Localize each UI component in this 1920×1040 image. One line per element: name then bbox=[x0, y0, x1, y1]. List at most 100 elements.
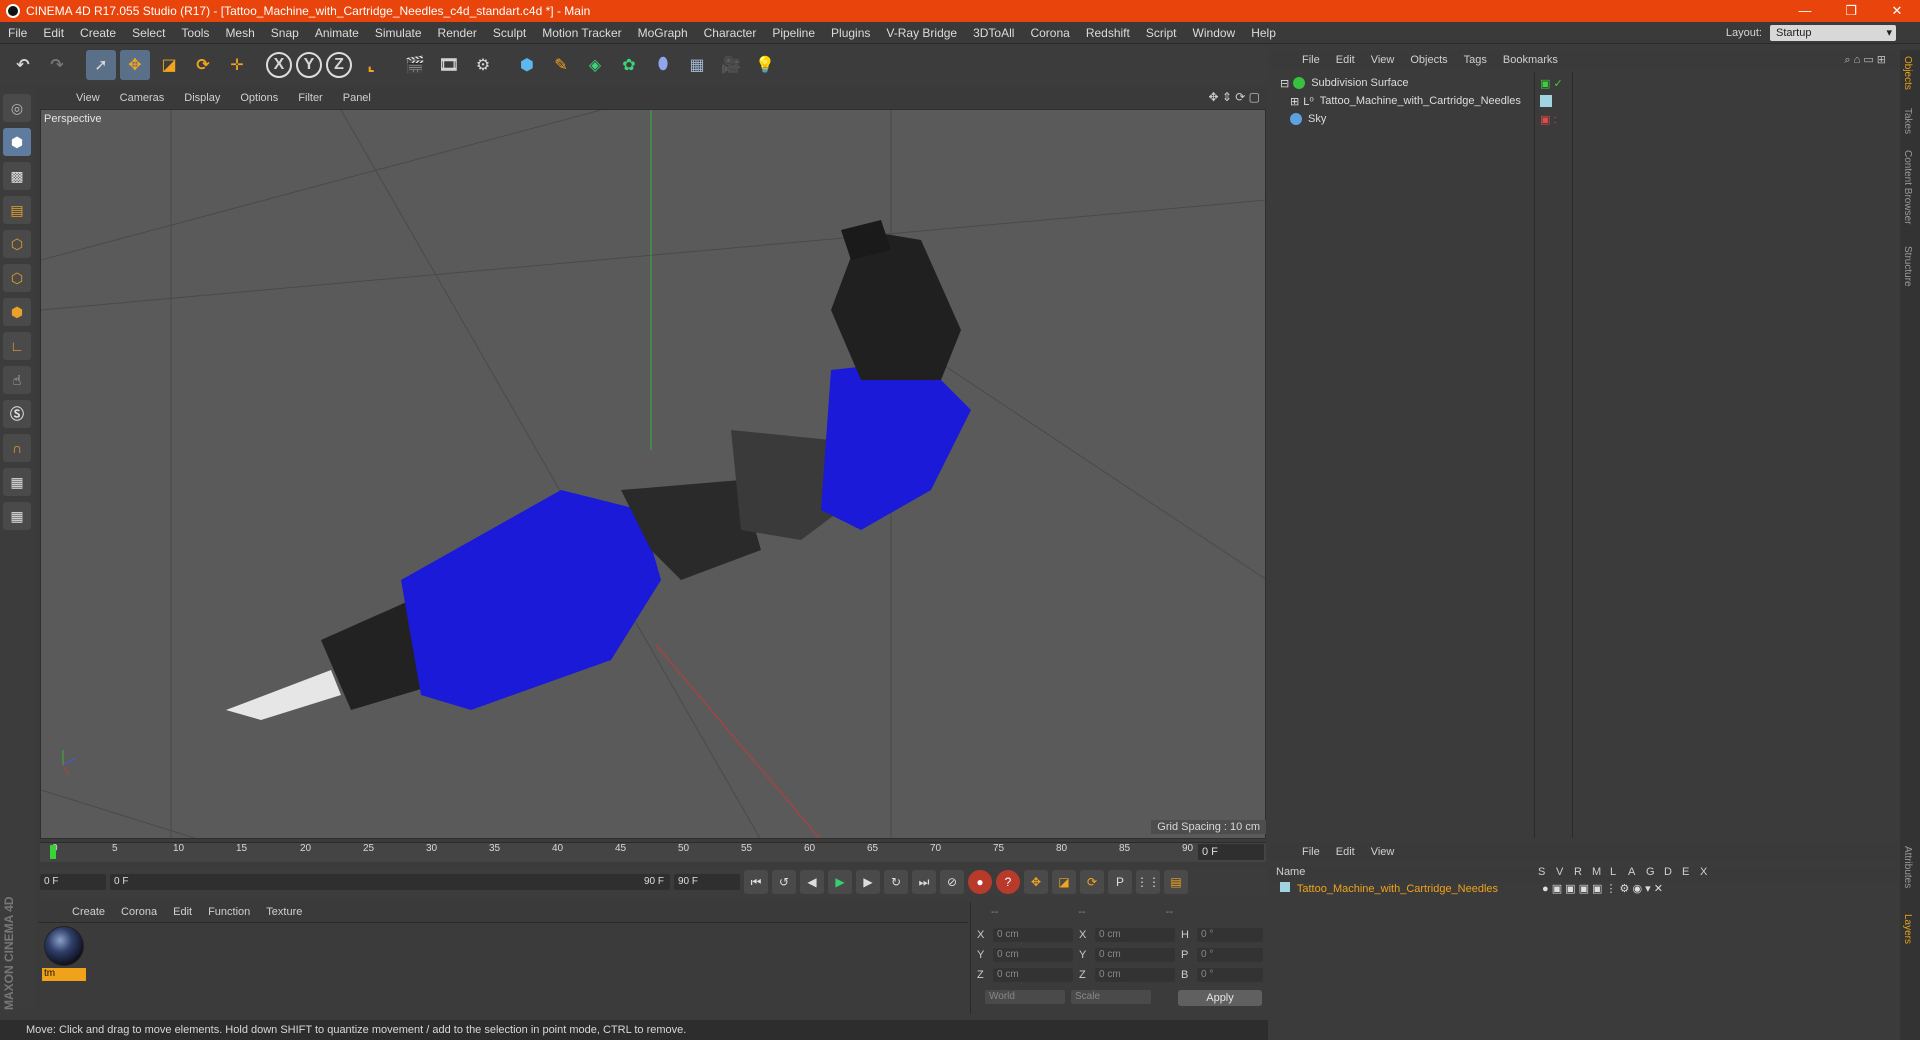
redo-icon[interactable]: ↷ bbox=[42, 50, 72, 80]
menu-animate[interactable]: Animate bbox=[307, 26, 367, 40]
light-icon[interactable]: 💡 bbox=[750, 50, 780, 80]
viewport-menu-view[interactable]: View bbox=[66, 92, 110, 104]
menu-corona[interactable]: Corona bbox=[1022, 26, 1077, 40]
menu-help[interactable]: Help bbox=[1243, 26, 1284, 40]
menu-pipeline[interactable]: Pipeline bbox=[764, 26, 823, 40]
pen-spline-icon[interactable]: ✎ bbox=[546, 50, 576, 80]
object-menu-tags[interactable]: Tags bbox=[1456, 54, 1495, 66]
menu-plugins[interactable]: Plugins bbox=[823, 26, 878, 40]
menu-mesh[interactable]: Mesh bbox=[217, 26, 262, 40]
material-preview-icon[interactable] bbox=[44, 926, 84, 966]
restore-button[interactable]: ❐ bbox=[1828, 0, 1874, 22]
material-menu-edit[interactable]: Edit bbox=[165, 906, 200, 918]
material-menu-texture[interactable]: Texture bbox=[258, 906, 310, 918]
key-rotate-icon[interactable]: ⟳ bbox=[1080, 870, 1104, 894]
menu-render[interactable]: Render bbox=[430, 26, 485, 40]
keyframe-toggle-icon[interactable]: ⊘ bbox=[940, 870, 964, 894]
side-tab-content-browser[interactable]: Content Browser bbox=[1902, 150, 1913, 224]
cube-icon[interactable]: ⬢ bbox=[512, 50, 542, 80]
deformer-icon[interactable]: ⬮ bbox=[648, 50, 678, 80]
key-move-icon[interactable]: ✥ bbox=[1024, 870, 1048, 894]
layer-toggle-icons[interactable]: ● ▣ ▣ ▣ ▣ ⋮ ⚙ ◉ ▾ ✕ bbox=[1542, 882, 1663, 895]
menu-character[interactable]: Character bbox=[696, 26, 765, 40]
side-tab-objects[interactable]: Objects bbox=[1902, 56, 1913, 90]
render-settings-icon[interactable]: ⚙ bbox=[468, 50, 498, 80]
make-editable-icon[interactable]: ◎ bbox=[3, 94, 31, 122]
scale-tool-icon[interactable]: ◪ bbox=[154, 50, 184, 80]
snapping-icon[interactable]: Ⓢ bbox=[3, 400, 31, 428]
menu-create[interactable]: Create bbox=[72, 26, 124, 40]
menu-snap[interactable]: Snap bbox=[263, 26, 307, 40]
viewport-menu-options[interactable]: Options bbox=[230, 92, 288, 104]
menu-tools[interactable]: Tools bbox=[173, 26, 217, 40]
axis-x-button[interactable]: X bbox=[266, 52, 292, 78]
current-frame-field[interactable]: 0 F bbox=[1198, 844, 1264, 860]
play-icon[interactable]: ▶ bbox=[828, 870, 852, 894]
material-menu-corona[interactable]: Corona bbox=[113, 906, 165, 918]
expand-icon[interactable]: ⊟ bbox=[1280, 77, 1289, 90]
timeline-ruler[interactable]: 0 5 10 15 20 25 30 35 40 45 50 55 60 65 … bbox=[40, 842, 1266, 862]
viewport-menu-display[interactable]: Display bbox=[174, 92, 230, 104]
key-pla-icon[interactable]: ⋮⋮ bbox=[1136, 870, 1160, 894]
size-z-field[interactable]: 0 cm bbox=[1095, 968, 1175, 982]
next-frame-icon[interactable]: ▶ bbox=[856, 870, 880, 894]
key-param-icon[interactable]: P bbox=[1108, 870, 1132, 894]
material-menu-create[interactable]: Create bbox=[64, 906, 113, 918]
rotate-tool-icon[interactable]: ⟳ bbox=[188, 50, 218, 80]
menu-simulate[interactable]: Simulate bbox=[367, 26, 430, 40]
menu-sculpt[interactable]: Sculpt bbox=[485, 26, 534, 40]
planar-workplane-icon[interactable]: ▦ bbox=[3, 502, 31, 530]
column-divider[interactable] bbox=[1572, 72, 1573, 838]
subdivision-icon[interactable]: ◈ bbox=[580, 50, 610, 80]
next-key-icon[interactable]: ↻ bbox=[884, 870, 908, 894]
object-row[interactable]: ⊟ Subdivision Surface ▣ ✓ bbox=[1270, 74, 1898, 92]
texture-mode-icon[interactable]: ▩ bbox=[3, 162, 31, 190]
3d-viewport[interactable] bbox=[40, 109, 1266, 839]
minimize-button[interactable]: — bbox=[1782, 0, 1828, 22]
cloner-icon[interactable]: ✿ bbox=[614, 50, 644, 80]
viewport-menu-cameras[interactable]: Cameras bbox=[110, 92, 175, 104]
menu-redshift[interactable]: Redshift bbox=[1078, 26, 1138, 40]
autokey-icon[interactable]: ? bbox=[996, 870, 1020, 894]
lock-workplane-icon[interactable]: ▦ bbox=[3, 468, 31, 496]
side-tab-attributes[interactable]: Attributes bbox=[1902, 846, 1913, 888]
menu-edit[interactable]: Edit bbox=[35, 26, 72, 40]
start-frame-field[interactable]: 0 F bbox=[40, 874, 106, 890]
previous-key-icon[interactable]: ↺ bbox=[772, 870, 796, 894]
menu-file[interactable]: File bbox=[0, 26, 35, 40]
visibility-dots-icon[interactable]: ▣ : bbox=[1540, 113, 1557, 126]
coord-system-dropdown[interactable]: World bbox=[985, 990, 1065, 1004]
side-tab-takes[interactable]: Takes bbox=[1902, 108, 1913, 134]
axis-y-button[interactable]: Y bbox=[296, 52, 322, 78]
material-name[interactable]: tm bbox=[42, 968, 86, 981]
transform-tool-icon[interactable]: ✛ bbox=[222, 50, 252, 80]
enable-check-icon[interactable]: ▣ ✓ bbox=[1540, 77, 1563, 90]
previous-frame-icon[interactable]: ◀ bbox=[800, 870, 824, 894]
object-row[interactable]: ⊞ L⁰ Tattoo_Machine_with_Cartridge_Needl… bbox=[1270, 92, 1898, 110]
menu-vray-bridge[interactable]: V-Ray Bridge bbox=[878, 26, 965, 40]
object-search-icons[interactable]: ⌕ ⌂ ▭ ⊞ bbox=[1844, 53, 1886, 67]
menu-mograph[interactable]: MoGraph bbox=[630, 26, 696, 40]
viewport-menu-filter[interactable]: Filter bbox=[288, 92, 332, 104]
viewport-menu-panel[interactable]: Panel bbox=[333, 92, 381, 104]
material-menu-function[interactable]: Function bbox=[200, 906, 258, 918]
workplane-mode-icon[interactable]: ▤ bbox=[3, 196, 31, 224]
rotation-h-field[interactable]: 0 ° bbox=[1197, 928, 1263, 942]
model-mode-icon[interactable]: ⬢ bbox=[3, 128, 31, 156]
tattoo-machine-model[interactable] bbox=[226, 220, 971, 720]
camera-icon[interactable]: 🎥 bbox=[716, 50, 746, 80]
axis-z-button[interactable]: Z bbox=[326, 52, 352, 78]
record-icon[interactable]: ● bbox=[968, 870, 992, 894]
timeline-window-icon[interactable]: ▤ bbox=[1164, 870, 1188, 894]
rotation-p-field[interactable]: 0 ° bbox=[1197, 948, 1263, 962]
menu-3dtoall[interactable]: 3DToAll bbox=[965, 26, 1022, 40]
rotation-b-field[interactable]: 0 ° bbox=[1197, 968, 1263, 982]
live-selection-icon[interactable]: ➚ bbox=[86, 50, 116, 80]
menu-select[interactable]: Select bbox=[124, 26, 173, 40]
object-menu-edit[interactable]: Edit bbox=[1328, 54, 1363, 66]
column-divider[interactable] bbox=[1534, 72, 1535, 838]
go-to-end-icon[interactable]: ⏭ bbox=[912, 870, 936, 894]
close-button[interactable]: ✕ bbox=[1874, 0, 1920, 22]
undo-icon[interactable]: ↶ bbox=[8, 50, 38, 80]
side-tab-layers[interactable]: Layers bbox=[1902, 914, 1913, 944]
